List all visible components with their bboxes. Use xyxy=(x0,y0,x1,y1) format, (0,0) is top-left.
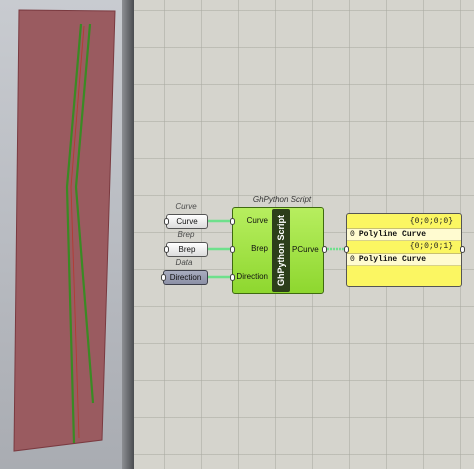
output-pcurve-label[interactable]: PCurve xyxy=(292,245,319,254)
curve-param-label: Curve xyxy=(176,217,198,226)
panel-input-port[interactable] xyxy=(344,246,349,253)
panel-row-index: 0 xyxy=(350,230,355,239)
brep-param[interactable]: Brep xyxy=(166,242,208,257)
panel-path-1: {0;0;0;1} xyxy=(409,242,453,251)
component-title: GhPython Script xyxy=(252,195,312,204)
param-label-curve: Curve xyxy=(175,202,197,211)
panel-row-1: 0 Polyline Curve xyxy=(347,254,461,266)
brep-param-input-port[interactable] xyxy=(164,246,169,253)
output-pcurve-port[interactable] xyxy=(322,246,327,253)
param-label-brep: Brep xyxy=(177,230,195,239)
input-brep-port[interactable] xyxy=(230,246,235,253)
input-brep-label[interactable]: Brep xyxy=(232,244,268,253)
curve-param-input-port[interactable] xyxy=(164,218,169,225)
param-label-data: Data xyxy=(175,258,193,267)
brep-param-label: Brep xyxy=(178,245,196,254)
direction-param-input-port[interactable] xyxy=(161,274,166,281)
curve-param[interactable]: Curve xyxy=(166,214,208,229)
panel-output-port[interactable] xyxy=(460,246,465,253)
input-direction-label[interactable]: Direction xyxy=(232,272,268,281)
input-direction-port[interactable] xyxy=(230,274,235,281)
direction-param-label: Direction xyxy=(169,273,202,282)
input-curve-port[interactable] xyxy=(230,218,235,225)
panel-path-0: {0;0;0;0} xyxy=(409,217,453,226)
output-panel[interactable]: {0;0;0;0} 0 Polyline Curve {0;0;0;1} 0 Pol… xyxy=(346,213,462,287)
panel-row-0: 0 Polyline Curve xyxy=(347,229,461,241)
panel-row-index: 0 xyxy=(350,255,355,264)
direction-param[interactable]: Direction xyxy=(163,270,208,285)
panel-row-value: Polyline Curve xyxy=(358,255,427,264)
panel-row-value: Polyline Curve xyxy=(358,230,427,239)
input-curve-label[interactable]: Curve xyxy=(232,216,268,225)
component-name: GhPython Script xyxy=(276,215,286,287)
